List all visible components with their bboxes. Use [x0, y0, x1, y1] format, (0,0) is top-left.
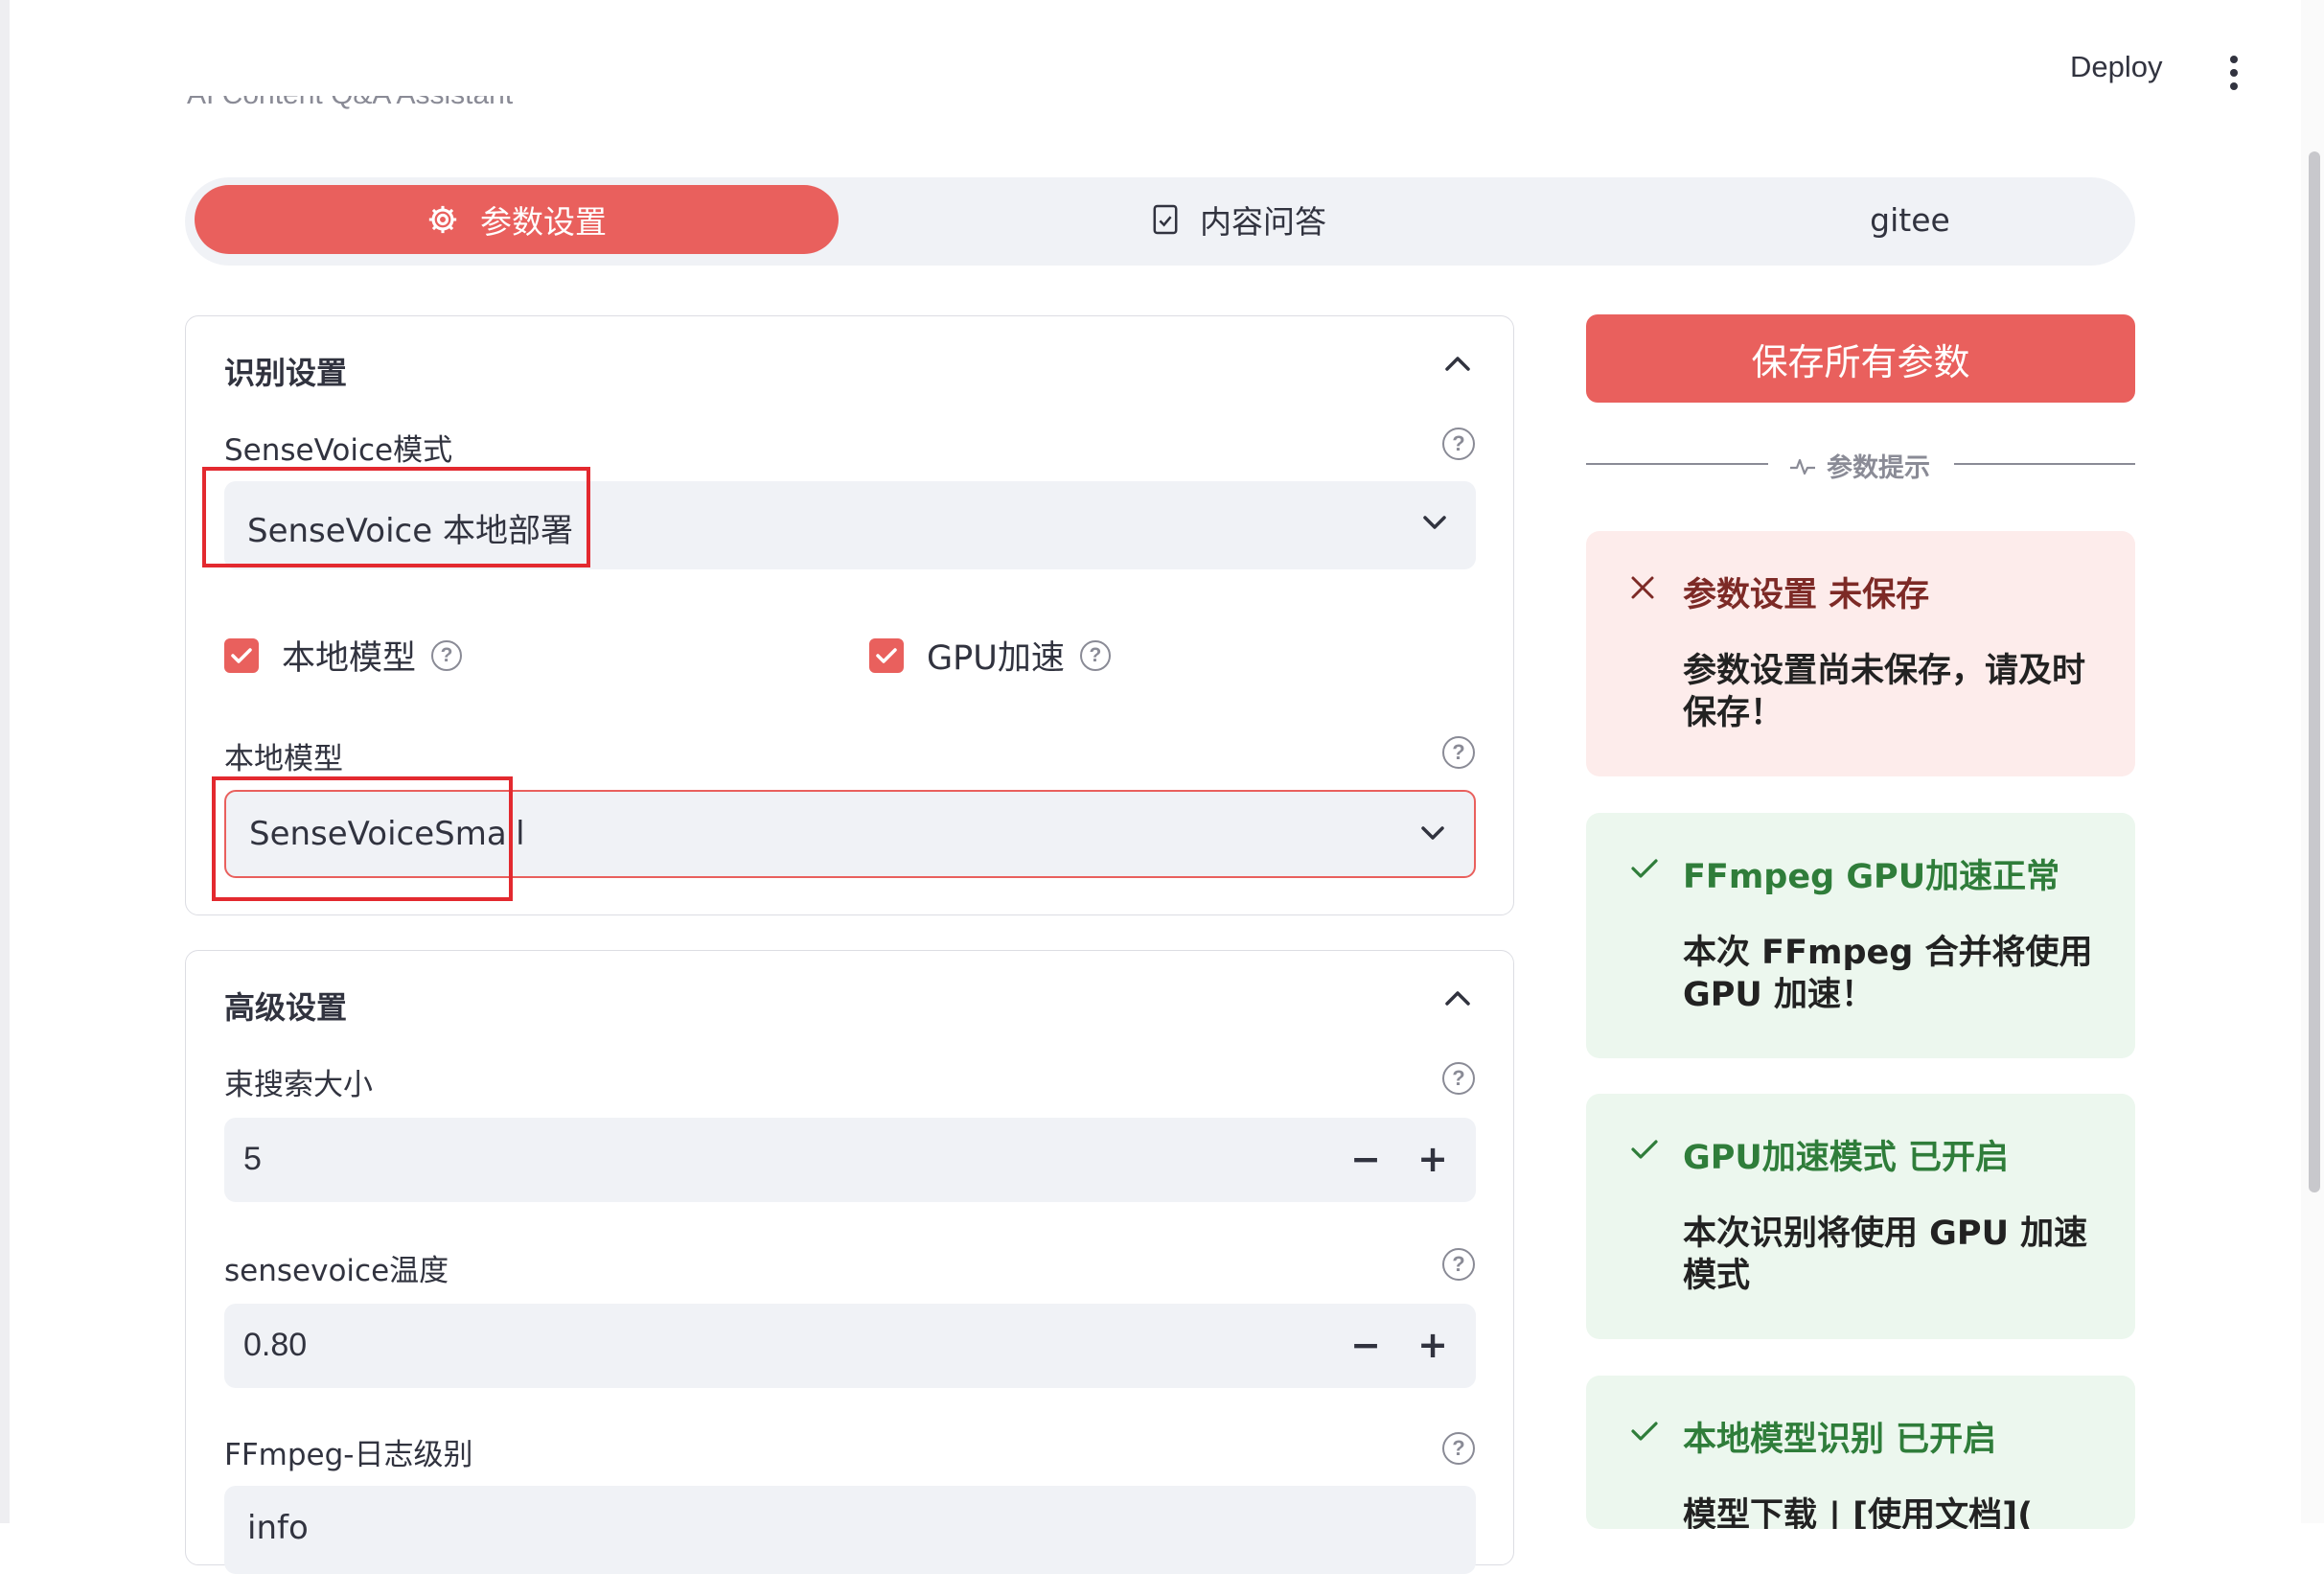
gpu-acceleration-checkbox-label: GPU加速	[927, 639, 1065, 678]
tab-gitee-label: gitee	[1870, 200, 1950, 239]
advanced-settings-panel: 高级设置 束搜索大小 ? 5 − + sensevoice温度 ? 0.80 −…	[185, 950, 1514, 1574]
highlight-box-mode	[202, 467, 590, 567]
alert-title: FFmpeg GPU加速正常	[1683, 858, 2060, 896]
decrement-button[interactable]: −	[1342, 1135, 1390, 1183]
deploy-button[interactable]: Deploy	[2070, 50, 2163, 84]
increment-button[interactable]: +	[1409, 1321, 1457, 1369]
tab-content-qa-label: 内容问答	[1200, 203, 1326, 241]
alert-body: 本次识别将使用 GPU 加速模式	[1683, 1215, 2088, 1295]
checkmark-icon	[1630, 1138, 1659, 1165]
chevron-down-icon	[1420, 824, 1445, 845]
beam-size-input[interactable]: 5 − +	[224, 1118, 1476, 1202]
gpu-acceleration-checkbox[interactable]: GPU加速 ?	[869, 631, 1111, 680]
ffmpeg-log-level-value: info	[247, 1509, 309, 1547]
local-model-checkbox[interactable]: 本地模型 ?	[224, 631, 463, 680]
alert-body: 模型下载 | [使用文档](	[1683, 1496, 2034, 1529]
ffmpeg-log-level-label: FFmpeg-日志级别	[224, 1438, 473, 1472]
beam-size-value: 5	[243, 1141, 262, 1177]
close-x-icon	[1630, 575, 1655, 604]
beam-size-label: 束搜索大小	[224, 1068, 373, 1102]
alert-ffmpeg-gpu: FFmpeg GPU加速正常 本次 FFmpeg 合并将使用 GPU 加速！	[1586, 813, 2135, 1058]
tab-content-qa[interactable]: 内容问答	[1047, 185, 1431, 254]
page-subtitle: AI Content Q&A Assistant	[187, 96, 762, 130]
help-icon[interactable]: ?	[431, 639, 463, 671]
left-edge	[0, 0, 10, 1523]
document-check-icon	[1152, 203, 1179, 236]
params-hint-label: 参数提示	[1827, 453, 1930, 483]
alert-title: 本地模型识别 已开启	[1683, 1421, 1997, 1459]
recognition-settings-panel: 识别设置 SenseVoice模式 ? SenseVoice 本地部署 本地模型…	[185, 315, 1514, 915]
increment-button[interactable]: +	[1409, 1135, 1457, 1183]
checkmark-icon	[1630, 857, 1659, 884]
alert-body: 参数设置尚未保存，请及时保存！	[1683, 652, 2086, 732]
help-icon[interactable]: ?	[1442, 1248, 1475, 1281]
alert-title: 参数设置 未保存	[1683, 576, 1930, 614]
chevron-down-icon	[1422, 514, 1447, 535]
help-icon[interactable]: ?	[1442, 428, 1475, 460]
help-icon[interactable]: ?	[1442, 1062, 1475, 1095]
tab-bar: 参数设置 内容问答 gitee	[185, 177, 2135, 266]
alert-unsaved: 参数设置 未保存 参数设置尚未保存，请及时保存！	[1586, 531, 2135, 776]
alert-body: 本次 FFmpeg 合并将使用 GPU 加速！	[1683, 934, 2093, 1014]
collapse-chevron-up-icon[interactable]	[1444, 989, 1471, 1010]
checkmark-icon	[1630, 1420, 1659, 1447]
checkbox-checked-icon	[224, 637, 259, 673]
scrollbar-thumb[interactable]	[2309, 151, 2320, 1192]
save-all-params-button[interactable]: 保存所有参数	[1586, 314, 2135, 403]
help-icon[interactable]: ?	[1442, 736, 1475, 769]
help-icon[interactable]: ?	[1079, 639, 1111, 671]
local-model-label: 本地模型	[224, 742, 343, 776]
ffmpeg-log-level-select[interactable]: info	[224, 1486, 1476, 1574]
highlight-box-model	[212, 776, 513, 901]
gear-icon	[426, 203, 459, 236]
params-hint-divider: 参数提示	[1586, 447, 2135, 483]
temperature-value: 0.80	[243, 1327, 308, 1363]
temperature-label: sensevoice温度	[224, 1254, 449, 1288]
recognition-settings-title: 识别设置	[224, 355, 348, 391]
more-menu-icon[interactable]	[2227, 56, 2241, 90]
local-model-checkbox-label: 本地模型	[282, 639, 417, 678]
collapse-chevron-up-icon[interactable]	[1444, 355, 1471, 376]
alert-title: GPU加速模式 已开启	[1683, 1139, 2009, 1177]
scrollbar-track[interactable]	[2301, 0, 2324, 1523]
alert-gpu-mode: GPU加速模式 已开启 本次识别将使用 GPU 加速模式	[1586, 1094, 2135, 1339]
sensevoice-mode-label: SenseVoice模式	[224, 433, 453, 468]
tab-gitee[interactable]: gitee	[1718, 185, 2102, 254]
decrement-button[interactable]: −	[1342, 1321, 1390, 1369]
checkbox-checked-icon	[869, 637, 904, 673]
alert-local-model: 本地模型识别 已开启 模型下载 | [使用文档](	[1586, 1376, 2135, 1529]
activity-pulse-icon	[1788, 454, 1817, 477]
tab-settings[interactable]: 参数设置	[195, 185, 839, 254]
tab-settings-label: 参数设置	[480, 203, 607, 241]
temperature-input[interactable]: 0.80 − +	[224, 1304, 1476, 1388]
advanced-settings-title: 高级设置	[224, 989, 348, 1026]
help-icon[interactable]: ?	[1442, 1432, 1475, 1465]
